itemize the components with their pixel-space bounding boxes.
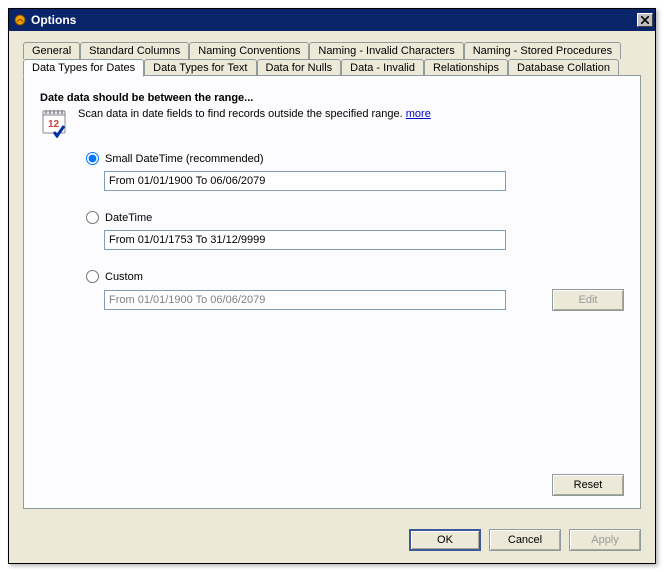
custom-value bbox=[104, 290, 506, 310]
radio-custom-input[interactable] bbox=[86, 270, 99, 283]
tab-row-1: General Standard Columns Naming Conventi… bbox=[23, 41, 641, 58]
close-button[interactable] bbox=[637, 13, 653, 27]
radio-custom[interactable]: Custom bbox=[86, 270, 624, 283]
radio-datetime-label: DateTime bbox=[105, 212, 152, 224]
radio-small-datetime[interactable]: Small DateTime (recommended) bbox=[86, 152, 624, 165]
option-custom: Custom Edit bbox=[86, 270, 624, 311]
tab-naming-conventions[interactable]: Naming Conventions bbox=[189, 42, 309, 59]
tab-general[interactable]: General bbox=[23, 42, 80, 59]
tab-row-2: Data Types for Dates Data Types for Text… bbox=[23, 58, 641, 75]
app-icon bbox=[13, 13, 27, 27]
description-row: 12 Scan data in date fields to find reco… bbox=[40, 108, 624, 138]
tab-data-types-dates[interactable]: Data Types for Dates bbox=[23, 59, 144, 77]
tab-data-types-text[interactable]: Data Types for Text bbox=[144, 59, 256, 76]
tab-naming-invalid-chars[interactable]: Naming - Invalid Characters bbox=[309, 42, 463, 59]
tab-panel: Date data should be between the range...… bbox=[23, 75, 641, 509]
content-area: General Standard Columns Naming Conventi… bbox=[9, 31, 655, 519]
radio-custom-label: Custom bbox=[105, 271, 143, 283]
description-label: Scan data in date fields to find records… bbox=[78, 108, 406, 120]
radio-small-datetime-input[interactable] bbox=[86, 152, 99, 165]
option-small-datetime: Small DateTime (recommended) bbox=[86, 152, 624, 191]
cancel-button[interactable]: Cancel bbox=[489, 529, 561, 551]
dialog-button-row: OK Cancel Apply bbox=[9, 519, 655, 563]
apply-button[interactable]: Apply bbox=[569, 529, 641, 551]
tab-database-collation[interactable]: Database Collation bbox=[508, 59, 619, 76]
radio-datetime-input[interactable] bbox=[86, 211, 99, 224]
page-heading: Date data should be between the range... bbox=[40, 92, 624, 104]
tab-data-invalid[interactable]: Data - Invalid bbox=[341, 59, 424, 76]
tab-relationships[interactable]: Relationships bbox=[424, 59, 508, 76]
radio-small-datetime-label: Small DateTime (recommended) bbox=[105, 153, 264, 165]
tab-data-for-nulls[interactable]: Data for Nulls bbox=[257, 59, 342, 76]
panel-bottom: Reset bbox=[40, 466, 624, 496]
option-datetime: DateTime bbox=[86, 211, 624, 250]
svg-text:12: 12 bbox=[48, 119, 60, 130]
reset-button[interactable]: Reset bbox=[552, 474, 624, 496]
small-datetime-value bbox=[104, 171, 506, 191]
description-text: Scan data in date fields to find records… bbox=[78, 108, 431, 120]
radio-datetime[interactable]: DateTime bbox=[86, 211, 624, 224]
window-title: Options bbox=[31, 13, 637, 27]
calendar-icon: 12 bbox=[40, 108, 70, 138]
more-link[interactable]: more bbox=[406, 108, 431, 120]
datetime-value bbox=[104, 230, 506, 250]
titlebar: Options bbox=[9, 9, 655, 31]
tab-naming-stored-procs[interactable]: Naming - Stored Procedures bbox=[464, 42, 621, 59]
tab-standard-columns[interactable]: Standard Columns bbox=[80, 42, 189, 59]
ok-button[interactable]: OK bbox=[409, 529, 481, 551]
edit-button[interactable]: Edit bbox=[552, 289, 624, 311]
options-dialog: Options General Standard Columns Naming … bbox=[8, 8, 656, 564]
